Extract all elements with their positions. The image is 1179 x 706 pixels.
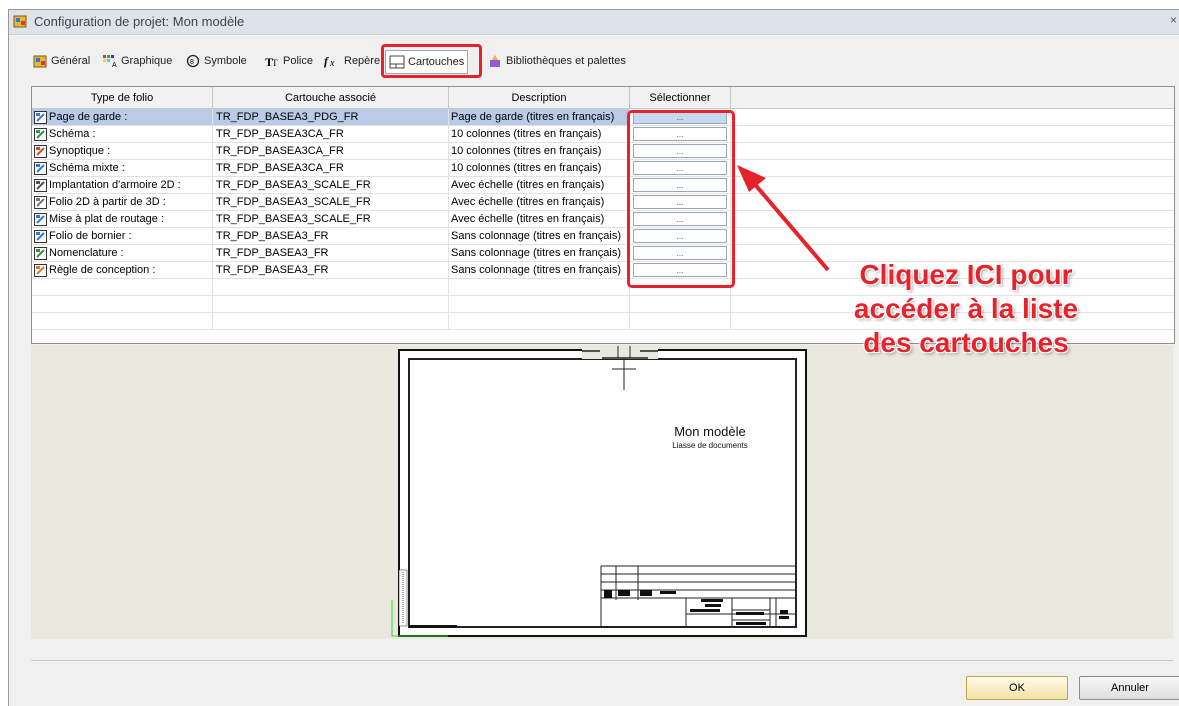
instruction-callout: Cliquez ICI pour accéder à la liste des … xyxy=(786,258,1146,360)
ok-button[interactable]: OK xyxy=(966,676,1068,700)
divider xyxy=(31,660,1173,661)
callout-line: accéder à la liste xyxy=(853,293,1079,324)
cancel-button[interactable]: Annuler xyxy=(1079,676,1179,700)
callout-line: Cliquez ICI pour xyxy=(859,259,1073,290)
preview-subtitle: Liasse de documents xyxy=(672,441,748,450)
preview-title: Mon modèle xyxy=(674,424,746,439)
callout-line: des cartouches xyxy=(863,327,1069,358)
